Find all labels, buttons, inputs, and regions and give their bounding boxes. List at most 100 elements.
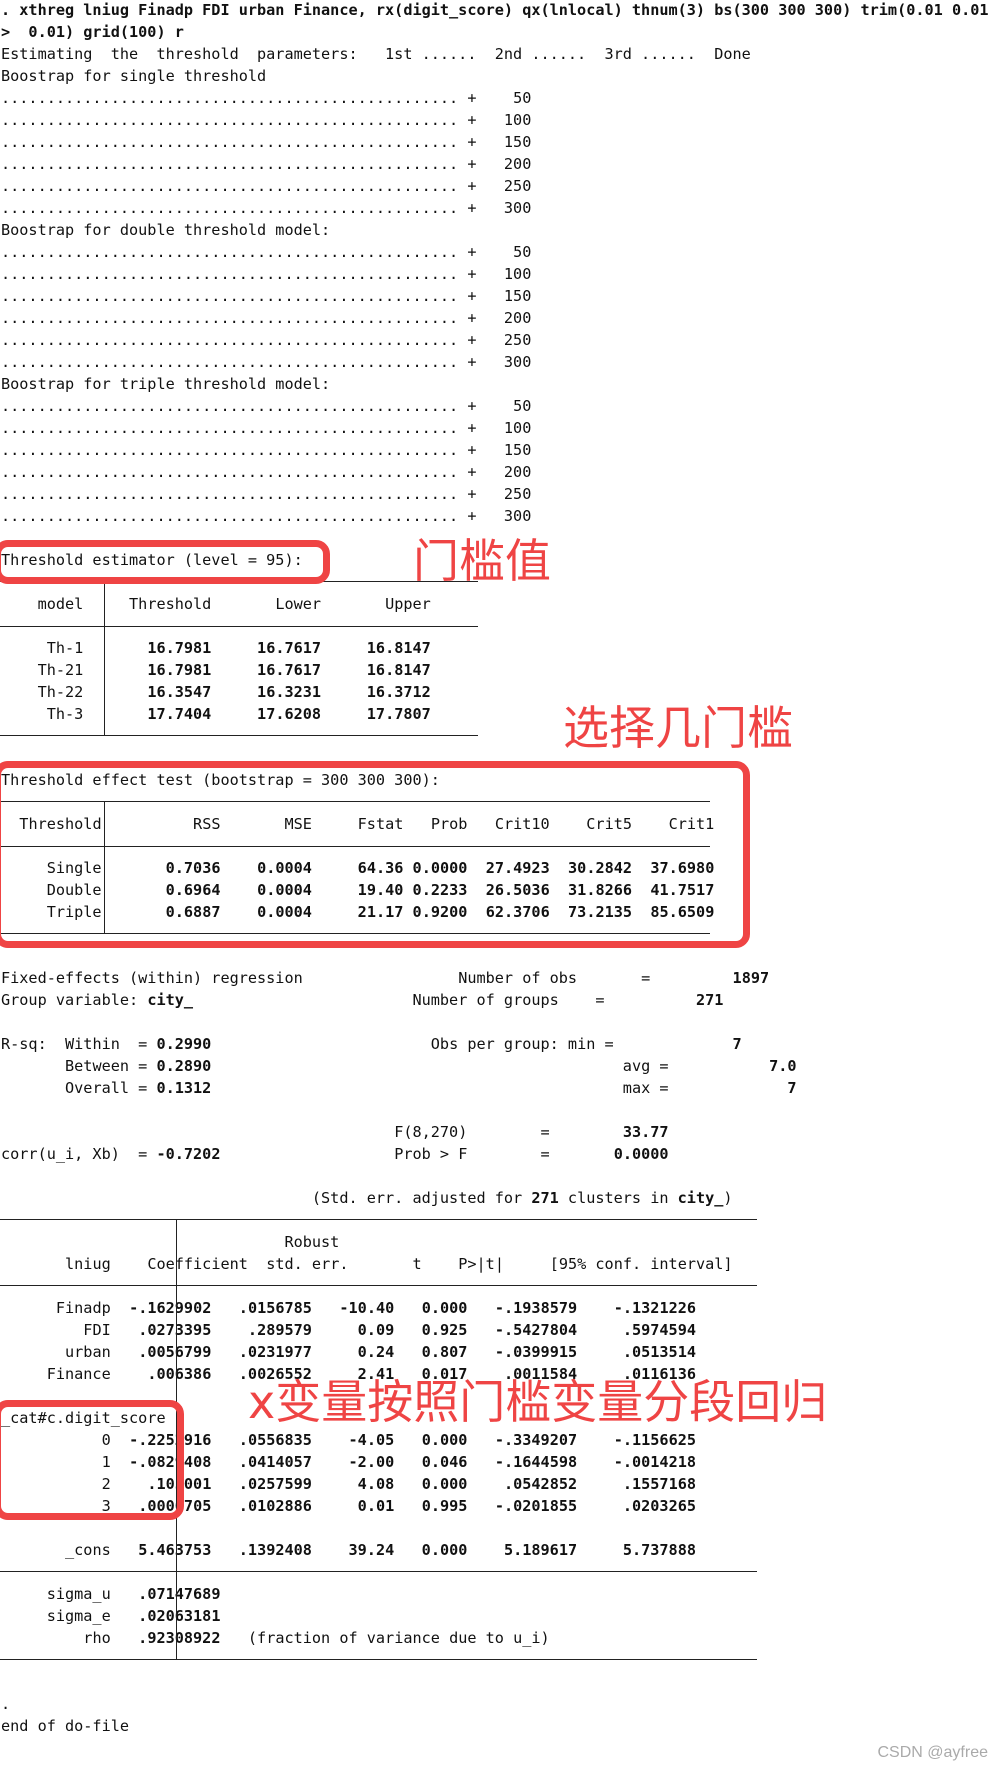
category-row-part: -2.00 bbox=[348, 1453, 395, 1471]
bootstrap-progress-line-part: 200 bbox=[503, 309, 532, 327]
category-row-part bbox=[467, 1431, 494, 1449]
constant-row-part bbox=[111, 1541, 120, 1559]
bootstrap-progress-line-part: 300 bbox=[503, 507, 532, 525]
rsq-within-part bbox=[614, 1035, 733, 1053]
coef-row-part bbox=[467, 1299, 494, 1317]
regression-title-part: Fixed-effects (within) regression bbox=[1, 969, 303, 987]
category-row-part bbox=[577, 1475, 623, 1493]
constant-row-part bbox=[1, 1541, 65, 1559]
threshold-table-row-part: 16.8147 bbox=[366, 661, 431, 679]
rsq-overall-part: Overall = bbox=[65, 1079, 157, 1097]
coef-table-sigma-rule bbox=[0, 1571, 757, 1572]
group-variable-part bbox=[605, 991, 696, 1009]
estimating-line: Estimating the threshold parameters: 1st… bbox=[1, 43, 751, 65]
coef-table-header-part bbox=[422, 1255, 459, 1273]
corr-line-part: -0.7202 bbox=[156, 1145, 221, 1163]
threshold-table-row-part bbox=[211, 661, 257, 679]
bootstrap-progress-line: ........................................… bbox=[1, 395, 531, 417]
rho-row: rho .92308922 (fraction of variance due … bbox=[1, 1627, 550, 1649]
coef-row-part bbox=[577, 1321, 623, 1339]
bootstrap-progress-line-part: + bbox=[458, 199, 504, 217]
coef-row-part: -.5427804 bbox=[494, 1321, 578, 1339]
coef-table-header-part bbox=[111, 1255, 148, 1273]
coef-table-header: lniug Coefficient std. err. t P>|t| [95%… bbox=[1, 1253, 733, 1275]
coef-table-header-rule bbox=[0, 1285, 757, 1286]
coef-row-part bbox=[312, 1299, 339, 1317]
category-row-part: .0414057 bbox=[238, 1453, 312, 1471]
threshold-table-row-part bbox=[83, 683, 101, 701]
threshold-table-row-part: 17.6208 bbox=[257, 705, 322, 723]
f-statistic-part: 33.77 bbox=[622, 1123, 669, 1141]
coef-row-part bbox=[111, 1299, 120, 1317]
bootstrap-progress-line-part: + bbox=[458, 485, 504, 503]
bootstrap-progress-line-part: 150 bbox=[503, 441, 532, 459]
rsq-between-part: Between = bbox=[65, 1057, 157, 1075]
bootstrap-progress-line-part: ........................................… bbox=[1, 177, 459, 195]
annotation-piecewise-regression: x变量按照门槛变量分段回归 bbox=[248, 1375, 828, 1429]
category-row-part bbox=[211, 1475, 238, 1493]
bootstrap-progress-line-part: + bbox=[458, 265, 504, 283]
end-of-do-file-part: end of do-file bbox=[1, 1717, 130, 1735]
command-continuation-part: > 0.01) grid(100) r bbox=[1, 23, 184, 41]
constant-row-part bbox=[394, 1541, 421, 1559]
rho-row-part: (fraction of variance due to u_i) bbox=[247, 1629, 550, 1647]
category-row-part: -.1644598 bbox=[494, 1453, 578, 1471]
constant-row-part: 0.000 bbox=[421, 1541, 468, 1559]
corr-line-part bbox=[467, 1145, 540, 1163]
bootstrap-title: Boostrap for triple threshold model: bbox=[1, 373, 330, 395]
rsq-overall-part bbox=[211, 1079, 622, 1097]
category-row-part bbox=[211, 1453, 238, 1471]
coef-row-part: .006386 bbox=[147, 1365, 212, 1383]
f-statistic: F(8,270) = 33.77 bbox=[1, 1121, 669, 1143]
coef-row-part: .0231977 bbox=[238, 1343, 312, 1361]
bootstrap-progress-line-part: + bbox=[458, 133, 504, 151]
corr-line-part: = bbox=[540, 1145, 550, 1163]
threshold-table-header-part: model bbox=[37, 595, 84, 613]
rsq-between: Between = 0.2890 avg = 7.0 bbox=[1, 1055, 797, 1077]
bootstrap-progress-line-part: ........................................… bbox=[1, 199, 459, 217]
coef-row-part: .0156785 bbox=[238, 1299, 312, 1317]
constant-row-part: 5.189617 bbox=[503, 1541, 578, 1559]
coef-row-part: 0.807 bbox=[421, 1343, 468, 1361]
threshold-table-row-part bbox=[321, 683, 367, 701]
threshold-table-header-part bbox=[1, 595, 38, 613]
bootstrap-progress-line: ........................................… bbox=[1, 175, 531, 197]
coef-row-part bbox=[577, 1343, 623, 1361]
threshold-table-row-part bbox=[83, 661, 101, 679]
cluster-note-part: (Std. err. adjusted for bbox=[311, 1189, 532, 1207]
rsq-within-part: Within = bbox=[65, 1035, 157, 1053]
rho-row-part: rho bbox=[83, 1629, 111, 1647]
coef-row-part: .5974594 bbox=[622, 1321, 696, 1339]
corr-line-part bbox=[550, 1145, 614, 1163]
threshold-table-header-part bbox=[102, 595, 129, 613]
coef-row-part bbox=[312, 1343, 358, 1361]
threshold-table-row-part bbox=[321, 639, 367, 657]
group-variable-part: 271 bbox=[695, 991, 724, 1009]
rsq-between-part bbox=[211, 1057, 622, 1075]
bootstrap-progress-line-part: + bbox=[458, 177, 504, 195]
rsq-between-part bbox=[669, 1057, 770, 1075]
bootstrap-progress-line-part: 50 bbox=[513, 243, 532, 261]
constant-row-part bbox=[467, 1541, 504, 1559]
constant-row-part: .1392408 bbox=[238, 1541, 312, 1559]
rsq-overall-part bbox=[669, 1079, 788, 1097]
category-row-part: 4.08 bbox=[357, 1475, 395, 1493]
corr-line-part bbox=[220, 1145, 394, 1163]
threshold-table-row-part: Th-3 bbox=[46, 705, 84, 723]
category-row-part bbox=[467, 1497, 494, 1515]
threshold-table-row: Th-22 16.3547 16.3231 16.3712 bbox=[1, 681, 431, 703]
rho-row-part bbox=[220, 1629, 247, 1647]
bootstrap-progress-line-part: + bbox=[458, 111, 504, 129]
bootstrap-progress-line-part: ........................................… bbox=[1, 309, 459, 327]
threshold-table-row-part: 16.8147 bbox=[366, 639, 431, 657]
coef-row-part bbox=[120, 1299, 129, 1317]
coef-row-part: FDI bbox=[83, 1321, 111, 1339]
bootstrap-progress-line-part: + bbox=[458, 309, 504, 327]
robust-header-part: Robust bbox=[284, 1233, 340, 1251]
rsq-overall-part bbox=[1, 1079, 65, 1097]
bootstrap-progress-line-part: + bbox=[458, 287, 504, 305]
category-row-part bbox=[467, 1453, 494, 1471]
bootstrap-progress-line-part: 100 bbox=[503, 111, 532, 129]
cluster-note-part: 271 bbox=[531, 1189, 559, 1207]
coef-table-header-part: [95% conf. interval] bbox=[549, 1255, 733, 1273]
